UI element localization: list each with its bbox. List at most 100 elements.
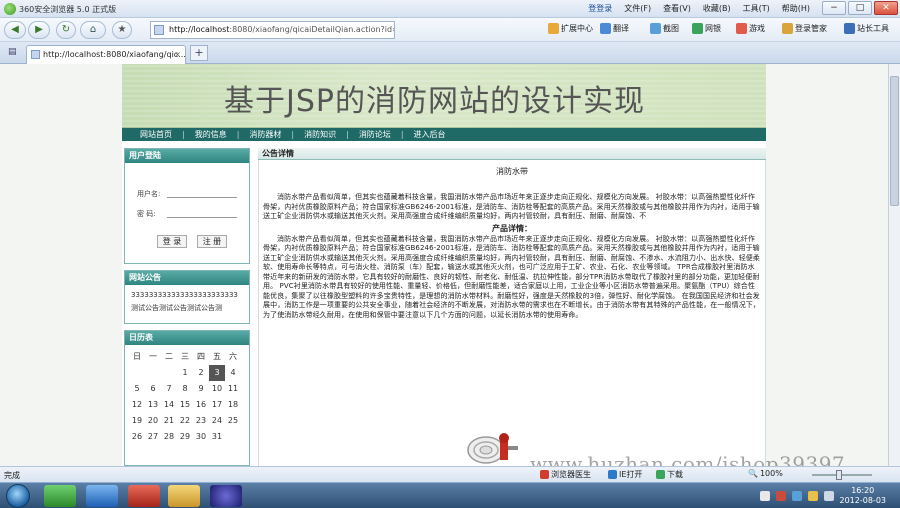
calendar-day[interactable]: 5 bbox=[129, 381, 145, 397]
login-manager-button[interactable]: 登录管家 bbox=[782, 23, 827, 34]
tab-close-icon[interactable]: × bbox=[174, 46, 181, 63]
password-input[interactable] bbox=[167, 207, 237, 218]
online-bank-button[interactable]: 网银 bbox=[692, 23, 721, 34]
maximize-button[interactable]: □ bbox=[848, 1, 872, 15]
tab-label: http://localhost:8080/xiaofang/qic... bbox=[43, 50, 186, 59]
calendar-day[interactable]: 31 bbox=[209, 429, 225, 445]
calendar-day[interactable]: 3 bbox=[209, 365, 225, 381]
forward-button[interactable]: ▶ bbox=[28, 21, 50, 39]
app-taskbar-icon[interactable] bbox=[128, 485, 160, 507]
article-paragraph: 消防水带产品看似简单，但其实也蕴藏着科技含量，我国消防水带产品市场近年来正逐步走… bbox=[263, 234, 760, 319]
scrollbar-thumb[interactable] bbox=[890, 76, 899, 206]
calendar-day[interactable]: 14 bbox=[161, 397, 177, 413]
calendar-day[interactable]: 30 bbox=[193, 429, 209, 445]
article-paragraph: 消防水带产品看似简单，但其实也蕴藏着科技含量，我国消防水带产品市场近年来正逐步走… bbox=[263, 193, 760, 220]
calendar-day[interactable]: 25 bbox=[225, 413, 241, 429]
tray-icon[interactable] bbox=[808, 491, 818, 501]
address-bar[interactable]: http://localhost:8080/xiaofang/qicaiDeta… bbox=[150, 21, 395, 39]
extension-center-button[interactable]: 扩展中心 bbox=[548, 23, 593, 34]
home-icon: ⌂ bbox=[89, 24, 97, 35]
open-in-ie-button[interactable]: IE打开 bbox=[608, 469, 642, 480]
site-nav-my-info[interactable]: 我的信息 bbox=[195, 129, 227, 140]
calendar-weekday: 一 bbox=[149, 352, 157, 361]
site-nav-equipment[interactable]: 消防器材 bbox=[249, 129, 281, 140]
back-button[interactable]: ◀ bbox=[4, 21, 26, 39]
calendar-day[interactable]: 7 bbox=[161, 381, 177, 397]
calendar-day[interactable]: 13 bbox=[145, 397, 161, 413]
calendar-day[interactable]: 28 bbox=[161, 429, 177, 445]
calendar-day[interactable]: 6 bbox=[145, 381, 161, 397]
status-bar: 完成 浏览器医生 IE打开 下载 🔍 100% bbox=[0, 466, 900, 482]
calendar-day[interactable]: 12 bbox=[129, 397, 145, 413]
browser-doctor-button[interactable]: 浏览器医生 bbox=[540, 469, 591, 480]
calendar-day[interactable]: 24 bbox=[209, 413, 225, 429]
zoom-slider[interactable] bbox=[812, 470, 872, 480]
tray-icon[interactable] bbox=[760, 491, 770, 501]
calendar-day[interactable]: 23 bbox=[193, 413, 209, 429]
calendar-day[interactable]: 20 bbox=[145, 413, 161, 429]
webmaster-tools-button[interactable]: 站长工具 bbox=[844, 23, 889, 34]
menu-help[interactable]: 帮助(H) bbox=[782, 3, 810, 14]
eclipse-taskbar-icon[interactable] bbox=[210, 485, 242, 507]
username-input[interactable] bbox=[167, 187, 237, 198]
calendar-day[interactable]: 16 bbox=[193, 397, 209, 413]
home-button[interactable]: ⌂ bbox=[80, 21, 106, 39]
notice-item[interactable]: 测试公告测试公告测试公告测 bbox=[131, 302, 243, 315]
webmaster-label: 站长工具 bbox=[857, 24, 889, 33]
tab-active[interactable]: http://localhost:8080/xiaofang/qic... × bbox=[26, 45, 186, 64]
menu-tools[interactable]: 工具(T) bbox=[743, 3, 770, 14]
tray-icon[interactable] bbox=[792, 491, 802, 501]
calendar-day[interactable]: 1 bbox=[177, 365, 193, 381]
menu-favorites[interactable]: 收藏(B) bbox=[703, 3, 731, 14]
site-nav-knowledge[interactable]: 消防知识 bbox=[304, 129, 336, 140]
zoom-slider-handle[interactable] bbox=[836, 470, 842, 480]
notice-item[interactable]: 333333333333333333333333 bbox=[131, 289, 243, 302]
folder-taskbar-icon[interactable] bbox=[168, 485, 200, 507]
favorite-button[interactable]: ★ bbox=[112, 21, 132, 39]
calendar-day[interactable]: 26 bbox=[129, 429, 145, 445]
screenshot-label: 截图 bbox=[663, 24, 679, 33]
new-tab-button[interactable]: + bbox=[190, 45, 208, 61]
translate-button[interactable]: 翻译 bbox=[600, 23, 629, 34]
zoom-control[interactable]: 🔍 100% bbox=[748, 469, 783, 478]
start-button[interactable] bbox=[6, 484, 30, 508]
register-button[interactable]: 注 册 bbox=[197, 235, 227, 248]
login-link[interactable]: 登登录 bbox=[588, 3, 612, 14]
ie-taskbar-icon[interactable] bbox=[86, 485, 118, 507]
calendar-day[interactable]: 11 bbox=[225, 381, 241, 397]
menu-view[interactable]: 查看(V) bbox=[663, 3, 691, 14]
site-nav-admin[interactable]: 进入后台 bbox=[414, 129, 446, 140]
login-button[interactable]: 登 录 bbox=[157, 235, 187, 248]
screenshot-button[interactable]: 截图 bbox=[650, 23, 679, 34]
menu-file[interactable]: 文件(F) bbox=[624, 3, 651, 14]
taskbar-clock[interactable]: 16:20 2012-08-03 bbox=[840, 486, 887, 506]
tray-icon[interactable] bbox=[776, 491, 786, 501]
calendar-day[interactable]: 22 bbox=[177, 413, 193, 429]
calendar-day[interactable]: 4 bbox=[225, 365, 241, 381]
calendar-day[interactable]: 29 bbox=[177, 429, 193, 445]
calendar-day[interactable]: 18 bbox=[225, 397, 241, 413]
vertical-scrollbar[interactable] bbox=[888, 64, 900, 466]
calendar-day[interactable]: 17 bbox=[209, 397, 225, 413]
browser-title-bar: 360安全浏览器 5.0 正式版 登登录 文件(F) 查看(V) 收藏(B) 工… bbox=[0, 0, 900, 18]
tray-icon[interactable] bbox=[824, 491, 834, 501]
calendar-day[interactable]: 15 bbox=[177, 397, 193, 413]
site-nav-home[interactable]: 网站首页 bbox=[140, 129, 172, 140]
calendar-day[interactable]: 27 bbox=[145, 429, 161, 445]
calendar-day[interactable]: 10 bbox=[209, 381, 225, 397]
refresh-button[interactable]: ↻ bbox=[56, 21, 76, 39]
calendar-day[interactable]: 9 bbox=[193, 381, 209, 397]
download-button[interactable]: 下载 bbox=[656, 469, 683, 480]
close-button[interactable]: ✕ bbox=[874, 1, 898, 15]
360-browser-taskbar-icon[interactable] bbox=[44, 485, 76, 507]
site-nav-forum[interactable]: 消防论坛 bbox=[359, 129, 391, 140]
minimize-button[interactable]: − bbox=[822, 1, 846, 15]
calendar-day[interactable]: 8 bbox=[177, 381, 193, 397]
calendar-day bbox=[145, 365, 161, 381]
games-button[interactable]: 游戏 bbox=[736, 23, 765, 34]
calendar-day[interactable]: 19 bbox=[129, 413, 145, 429]
calendar-day[interactable]: 2 bbox=[193, 365, 209, 381]
calendar-day[interactable]: 21 bbox=[161, 413, 177, 429]
tab-menu-icon[interactable]: ▤ bbox=[8, 47, 17, 57]
browser-logo-icon bbox=[4, 3, 16, 15]
